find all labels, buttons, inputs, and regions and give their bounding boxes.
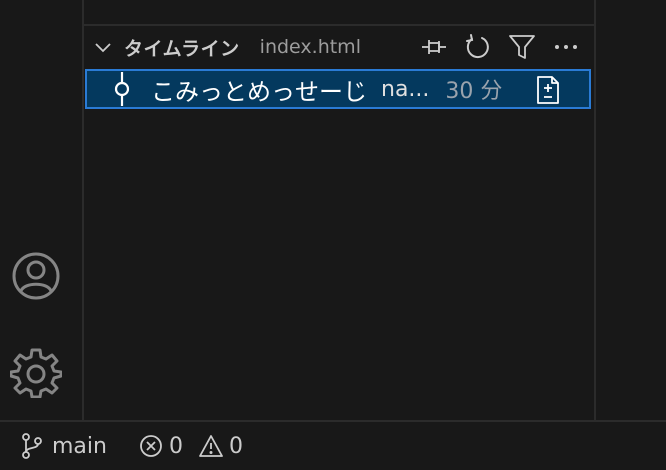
branch-name: main — [52, 433, 107, 459]
chevron-down-icon[interactable] — [92, 36, 114, 58]
error-count: 0 — [168, 433, 183, 459]
git-branch-icon — [22, 433, 42, 459]
error-icon — [140, 435, 162, 457]
commit-time: 30 分 — [445, 79, 503, 104]
timeline-title: タイムライン — [124, 37, 240, 60]
refresh-icon[interactable] — [462, 32, 494, 62]
commit-message: こみっとめっせーじ — [151, 77, 367, 106]
commit-author: na... — [381, 76, 430, 102]
timeline-actions — [418, 32, 582, 62]
timeline-header[interactable]: タイムライン index.html — [84, 27, 594, 67]
branch-indicator[interactable]: main — [20, 433, 107, 459]
git-commit-icon — [109, 71, 135, 107]
diff-file-icon[interactable] — [533, 74, 563, 106]
more-icon[interactable] — [550, 32, 582, 62]
pin-icon[interactable] — [418, 32, 450, 62]
editor-area — [594, 0, 666, 420]
warning-icon — [199, 435, 223, 457]
sidebar: タイムライン index.html こみっとめっせーじ na... 30 分 — [84, 0, 594, 420]
section-divider — [84, 24, 594, 26]
status-bar: main 0 0 — [0, 420, 666, 470]
filter-icon[interactable] — [506, 32, 538, 62]
account-icon[interactable] — [10, 250, 62, 302]
gear-icon[interactable] — [10, 346, 62, 398]
warning-count: 0 — [228, 433, 243, 459]
problems-indicator[interactable]: 0 0 — [139, 434, 253, 459]
activity-bar — [0, 0, 84, 420]
timeline-item[interactable]: こみっとめっせーじ na... 30 分 — [85, 69, 591, 109]
timeline-file-name: index.html — [259, 36, 361, 58]
